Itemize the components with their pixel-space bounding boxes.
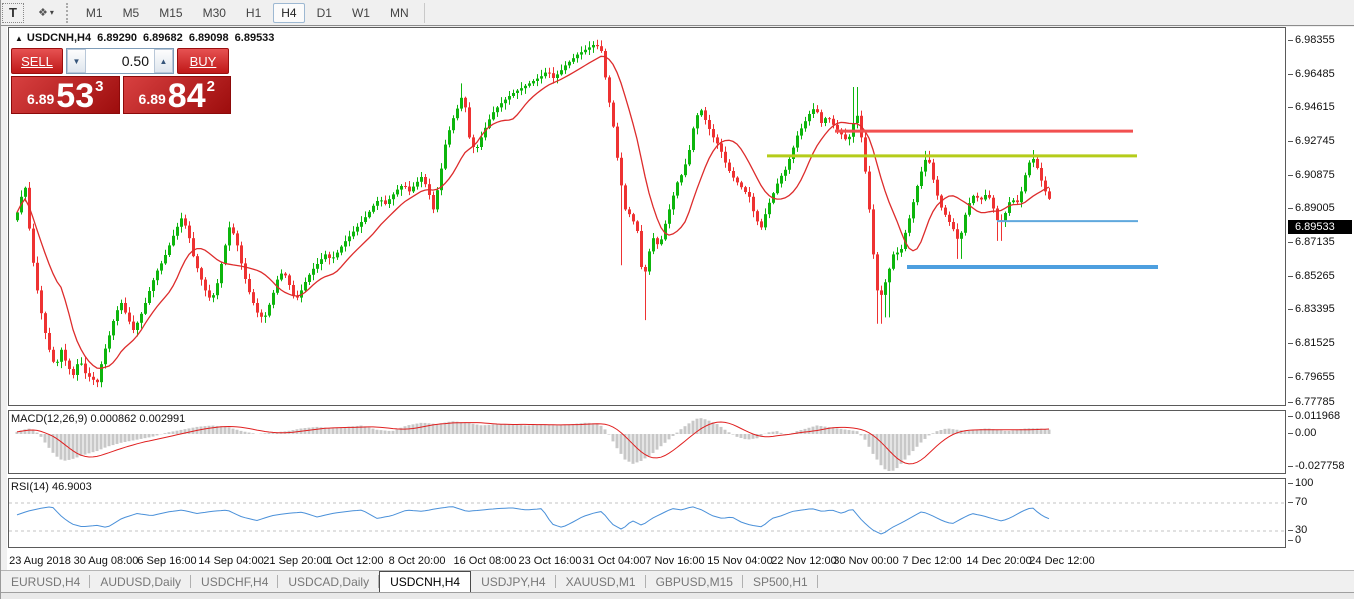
time-axis-label: 1 Oct 12:00 [326, 555, 384, 567]
timeframe-button-h1[interactable]: H1 [238, 3, 269, 23]
time-axis-label: 7 Nov 16:00 [645, 555, 705, 567]
time-axis-label: 24 Dec 12:00 [1029, 555, 1095, 567]
rsi-pane[interactable] [8, 478, 1286, 548]
chart-tab-sp500-h1[interactable]: SP500,H1 [743, 571, 818, 592]
time-axis-label: 23 Oct 16:00 [518, 555, 582, 567]
toolbar: T ❖ ▾ M1 M5 M15 M30 H1 H4 D1 W1 MN [1, 0, 1354, 26]
time-axis-label: 15 Nov 04:00 [707, 555, 773, 567]
timeframe-button-mn[interactable]: MN [382, 3, 417, 23]
time-axis-label: 16 Oct 08:00 [453, 555, 517, 567]
price-axis: 6.98355 6.96485 6.94615 6.92745 6.90875 6.890… [1287, 27, 1354, 548]
rsi-axis-tick: 100 [1288, 477, 1313, 489]
chart-tab-bar: EURUSD,H4 AUDUSD,Daily USDCHF,H4 USDCAD,Dai… [1, 570, 1354, 592]
timeframe-button-d1[interactable]: D1 [309, 3, 340, 23]
collapse-icon[interactable]: ▲ [15, 34, 23, 43]
volume-input[interactable] [86, 49, 154, 73]
price-axis-tick: 6.94615 [1288, 101, 1335, 113]
macd-axis-tick: -0.027758 [1288, 460, 1345, 472]
toolbar-drag-handle[interactable] [65, 2, 72, 23]
rsi-axis-tick: 70 [1288, 496, 1307, 508]
price-axis-tick: 6.85265 [1288, 270, 1335, 282]
price-axis-tick: 6.90875 [1288, 169, 1335, 181]
buy-price-pips: 84 [167, 77, 206, 115]
current-price-badge: 6.89533 [1288, 219, 1352, 234]
macd-label: MACD(12,26,9) 0.000862 0.002991 [11, 413, 186, 425]
chart-tab-usdchf-h4[interactable]: USDCHF,H4 [191, 571, 279, 592]
objects-tool-button[interactable]: ❖ ▾ [33, 3, 59, 23]
buy-price-point: 2 [206, 78, 215, 95]
one-click-trade-panel: SELL ▼ ▲ BUY 6.89 53 3 6.89 84 2 [11, 48, 231, 114]
time-axis-label: 21 Sep 20:00 [263, 555, 329, 567]
toolbar-separator [423, 2, 425, 23]
timeframe-button-m30[interactable]: M30 [195, 3, 234, 23]
chart-tab-audusd-daily[interactable]: AUDUSD,Daily [90, 571, 192, 592]
buy-price-base: 6.89 [138, 91, 166, 107]
ohlc-open: 6.89290 [97, 32, 137, 44]
sell-price-base: 6.89 [27, 91, 55, 107]
chart-title: ▲ USDCNH,H4 6.89290 6.89682 6.89098 6.895… [15, 32, 277, 44]
volume-stepper: ▼ ▲ [66, 48, 174, 74]
timeframe-button-w1[interactable]: W1 [344, 3, 378, 23]
time-axis-label: 7 Dec 12:00 [902, 555, 962, 567]
window-bottom-edge [1, 592, 1354, 599]
time-axis-label: 30 Aug 08:00 [73, 555, 139, 567]
symbol-period: USDCNH,H4 [26, 32, 92, 44]
time-axis-label: 30 Nov 00:00 [833, 555, 899, 567]
macd-axis-tick: 0.011968 [1288, 410, 1340, 422]
chart-tab-usdcad-daily[interactable]: USDCAD,Daily [278, 571, 380, 592]
diamond-objects-icon: ❖ [38, 7, 48, 19]
ohlc-high: 6.89682 [143, 32, 183, 44]
time-axis-label: 8 Oct 20:00 [388, 555, 446, 567]
chart-tab-gbpusd-m15[interactable]: GBPUSD,M15 [646, 571, 743, 592]
mt4-window: T ❖ ▾ M1 M5 M15 M30 H1 H4 D1 W1 MN ▲ USDCNH,H4 6.… [0, 0, 1354, 599]
sell-button[interactable]: SELL [11, 48, 63, 74]
sell-price-display[interactable]: 6.89 53 3 [11, 76, 120, 114]
timeframe-button-m1[interactable]: M1 [78, 3, 111, 23]
time-axis-label: 14 Sep 04:00 [198, 555, 264, 567]
chart-window: ▲ USDCNH,H4 6.89290 6.89682 6.89098 6.895… [7, 27, 1354, 570]
timeframe-button-h4[interactable]: H4 [273, 2, 305, 23]
sell-price-pips: 53 [56, 77, 95, 115]
time-axis-label: 14 Dec 20:00 [966, 555, 1032, 567]
chart-tab-usdjpy-h4[interactable]: USDJPY,H4 [471, 571, 556, 592]
ohlc-close: 6.89533 [234, 32, 275, 44]
price-axis-tick: 6.77785 [1288, 396, 1335, 408]
buy-button[interactable]: BUY [177, 48, 229, 74]
sell-price-point: 3 [95, 78, 104, 95]
volume-decrease-button[interactable]: ▼ [67, 49, 86, 73]
timeframe-group: M1 M5 M15 M30 H1 H4 D1 W1 MN [76, 2, 419, 23]
time-axis-label: 6 Sep 16:00 [137, 555, 197, 567]
macd-axis-tick: 0.00 [1288, 427, 1316, 439]
price-axis-tick: 6.98355 [1288, 34, 1335, 46]
rsi-axis-tick: 0 [1288, 534, 1301, 546]
timeframe-button-m15[interactable]: M15 [151, 3, 190, 23]
volume-increase-button[interactable]: ▲ [154, 49, 173, 73]
chart-tab-xauusd-m1[interactable]: XAUUSD,M1 [556, 571, 646, 592]
price-axis-tick: 6.83395 [1288, 303, 1335, 315]
price-axis-tick: 6.92745 [1288, 135, 1335, 147]
macd-pane[interactable] [8, 410, 1286, 474]
price-axis-tick: 6.87135 [1288, 236, 1335, 248]
price-axis-tick: 6.96485 [1288, 68, 1335, 80]
time-axis-label: 22 Nov 12:00 [771, 555, 837, 567]
time-axis-label: 31 Oct 04:00 [582, 555, 646, 567]
chart-tab-usdcnh-h4[interactable]: USDCNH,H4 [379, 571, 472, 592]
price-axis-tick: 6.81525 [1288, 337, 1335, 349]
price-axis-tick: 6.79655 [1288, 371, 1335, 383]
buy-price-display[interactable]: 6.89 84 2 [122, 76, 231, 115]
chevron-down-icon: ▾ [49, 8, 54, 17]
time-axis-label: 23 Aug 2018 [9, 555, 71, 567]
price-axis-tick: 6.89005 [1288, 202, 1335, 214]
text-tool-button[interactable]: T [2, 2, 24, 23]
timeframe-button-m5[interactable]: M5 [115, 3, 148, 23]
rsi-label: RSI(14) 46.9003 [11, 481, 92, 493]
chart-tab-eurusd-h4[interactable]: EURUSD,H4 [1, 571, 91, 592]
ohlc-low: 6.89098 [188, 32, 229, 44]
